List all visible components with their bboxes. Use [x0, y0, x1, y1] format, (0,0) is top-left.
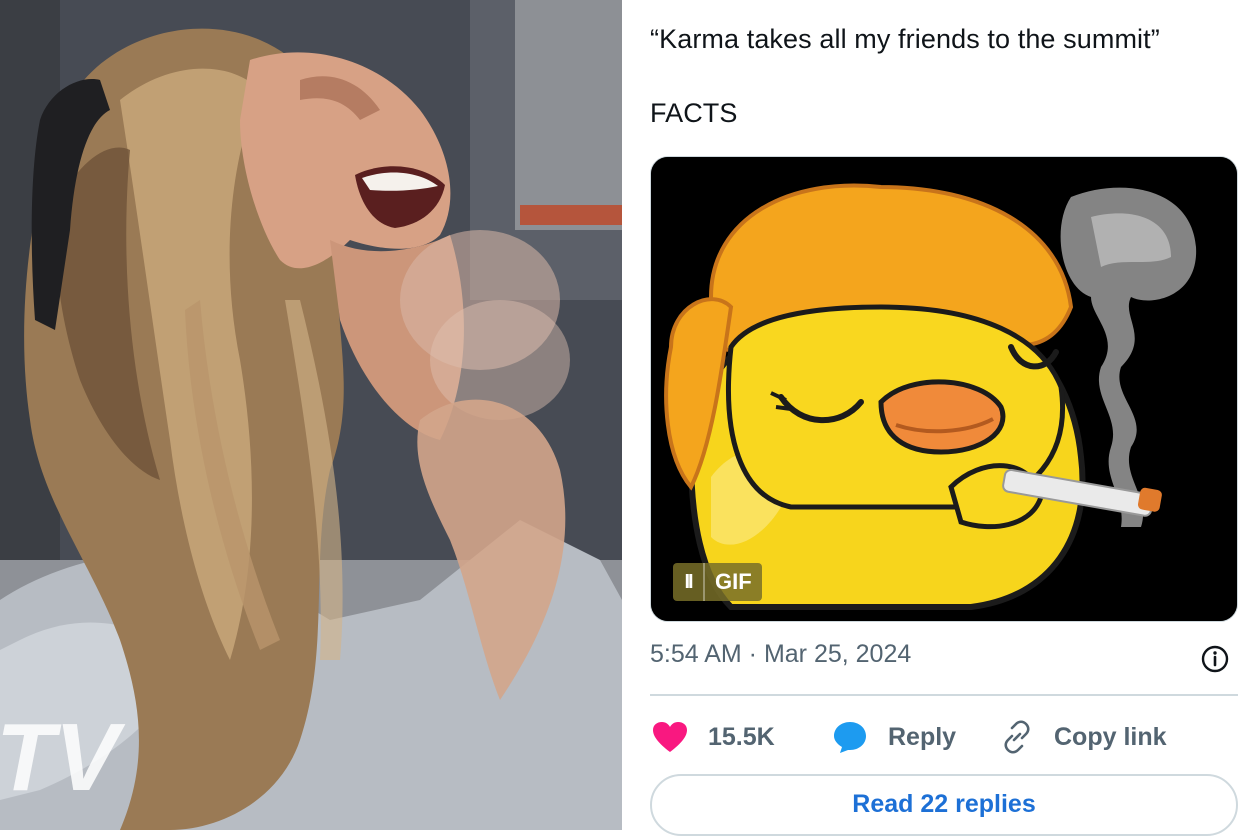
tweet-actions: 15.5K Reply Copy link: [650, 712, 1238, 762]
read-replies-button[interactable]: Read 22 replies: [650, 774, 1238, 836]
like-count: 15.5K: [708, 722, 775, 751]
pause-icon[interactable]: II: [673, 563, 705, 601]
info-icon[interactable]: [1200, 644, 1230, 674]
reply-bubble-icon: [834, 722, 866, 753]
gif-badge[interactable]: II GIF: [673, 563, 762, 601]
copy-link-label: Copy link: [1054, 722, 1167, 751]
heart-icon: [653, 722, 687, 752]
duck-gif-illustration: [651, 157, 1237, 621]
reply-button[interactable]: Reply: [832, 712, 956, 762]
laughing-woman-photo: TV: [0, 0, 622, 830]
link-icon: [1004, 720, 1030, 754]
tweet-gif-media[interactable]: II GIF: [650, 156, 1238, 622]
tweet-text-line-2: FACTS: [650, 98, 738, 128]
tv-watermark: TV: [0, 704, 126, 811]
gif-label: GIF: [715, 569, 752, 594]
panel-gutter: [622, 0, 634, 830]
tweet-timestamp[interactable]: 5:54 AM · Mar 25, 2024: [650, 640, 911, 669]
tweet-text-line-1: “Karma takes all my friends to the summi…: [650, 24, 1160, 54]
tweet-divider: [650, 694, 1238, 696]
copy-link-button[interactable]: Copy link: [1000, 712, 1167, 762]
photo-illustration: TV: [0, 0, 622, 830]
tweet-card: “Karma takes all my friends to the summi…: [634, 0, 1250, 836]
reply-label: Reply: [888, 722, 957, 751]
like-button[interactable]: 15.5K: [652, 712, 775, 762]
